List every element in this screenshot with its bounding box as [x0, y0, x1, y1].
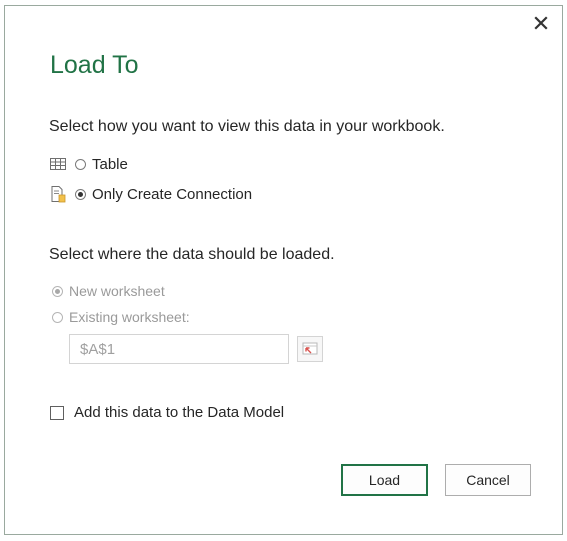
existing-worksheet-radio[interactable] — [52, 311, 63, 323]
close-button[interactable] — [529, 10, 553, 38]
data-model-label[interactable]: Add this data to the Data Model — [74, 404, 284, 421]
new-worksheet-label[interactable]: New worksheet — [69, 283, 165, 299]
option-only-create-connection[interactable]: Only Create Connection — [49, 185, 252, 203]
connection-label[interactable]: Only Create Connection — [92, 186, 252, 203]
existing-worksheet-label[interactable]: Existing worksheet: — [69, 309, 190, 325]
data-model-option[interactable]: Add this data to the Data Model — [50, 404, 284, 421]
data-model-checkbox[interactable] — [50, 405, 64, 420]
location-prompt: Select where the data should be loaded. — [49, 246, 335, 263]
table-label[interactable]: Table — [92, 156, 128, 173]
cancel-button[interactable]: Cancel — [445, 464, 531, 496]
load-button[interactable]: Load — [341, 464, 428, 496]
option-table[interactable]: Table — [49, 155, 128, 173]
connection-radio[interactable] — [75, 188, 86, 200]
new-worksheet-radio[interactable] — [52, 285, 63, 297]
option-existing-worksheet[interactable]: Existing worksheet: — [52, 309, 190, 325]
view-prompt: Select how you want to view this data in… — [49, 118, 445, 135]
close-icon[interactable] — [529, 10, 553, 38]
load-to-dialog: Load To Select how you want to view this… — [4, 5, 563, 535]
option-new-worksheet[interactable]: New worksheet — [52, 283, 165, 299]
table-icon — [50, 158, 66, 170]
range-picker-button[interactable] — [297, 336, 323, 362]
dialog-title: Load To — [50, 51, 139, 79]
cell-reference-input[interactable] — [69, 334, 289, 364]
collapse-range-icon — [302, 342, 318, 355]
connection-icon — [51, 186, 66, 203]
table-radio[interactable] — [75, 158, 86, 170]
